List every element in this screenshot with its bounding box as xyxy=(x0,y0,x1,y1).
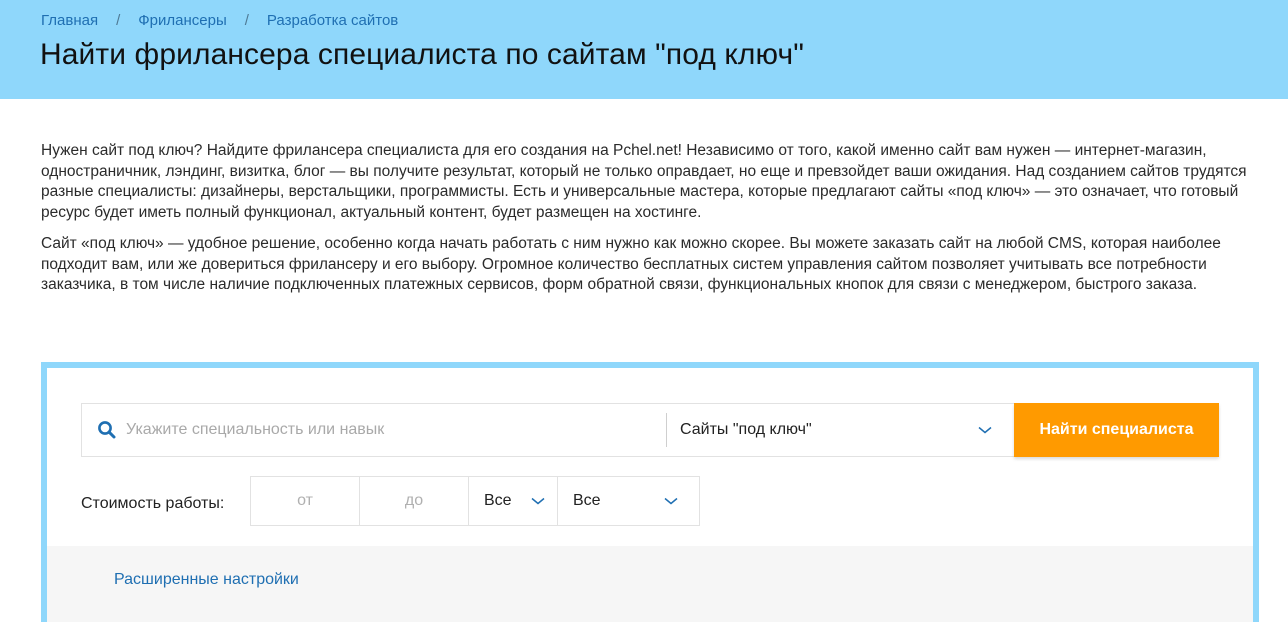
page-header: Главная / Фрилансеры / Разработка сайтов… xyxy=(0,0,1288,99)
category-select-value: Сайты "под ключ" xyxy=(680,421,812,438)
search-icon xyxy=(98,421,116,439)
description-paragraph: Сайт «под ключ» — удобное решение, особе… xyxy=(41,235,1221,293)
cost-to-input[interactable] xyxy=(360,477,469,525)
cost-filter: Все Все xyxy=(250,476,700,526)
advanced-settings-bar: Расширенные настройки xyxy=(47,546,1253,622)
find-specialist-button[interactable]: Найти специалиста xyxy=(1014,403,1219,457)
breadcrumb: Главная / Фрилансеры / Разработка сайтов xyxy=(41,12,398,29)
breadcrumb-freelancers[interactable]: Фрилансеры xyxy=(138,12,226,29)
chevron-down-icon xyxy=(531,497,545,505)
cost-label: Стоимость работы: xyxy=(81,495,225,512)
currency-select-value: Все xyxy=(484,492,512,509)
chevron-down-icon xyxy=(664,497,678,505)
breadcrumb-web-development[interactable]: Разработка сайтов xyxy=(267,12,398,29)
page-description: Нужен сайт под ключ? Найдите фрилансера … xyxy=(41,141,1251,307)
page-title: Найти фрилансера специалиста по сайтам "… xyxy=(40,38,804,71)
search-panel: Сайты "под ключ" Найти специалиста Стоим… xyxy=(41,362,1259,622)
currency-select[interactable]: Все xyxy=(469,477,558,525)
breadcrumb-separator: / xyxy=(244,12,249,29)
period-select[interactable]: Все xyxy=(558,477,699,525)
search-input[interactable] xyxy=(126,404,666,456)
advanced-settings-link[interactable]: Расширенные настройки xyxy=(114,571,299,589)
description-paragraph: Нужен сайт под ключ? Найдите фрилансера … xyxy=(41,142,1247,221)
category-select[interactable]: Сайты "под ключ" xyxy=(667,404,1013,456)
cost-from-input[interactable] xyxy=(251,477,360,525)
breadcrumb-separator: / xyxy=(116,12,121,29)
chevron-down-icon xyxy=(978,426,992,434)
period-select-value: Все xyxy=(573,492,601,509)
search-bar: Сайты "под ключ" Найти специалиста xyxy=(81,403,1219,457)
breadcrumb-home[interactable]: Главная xyxy=(41,12,98,29)
